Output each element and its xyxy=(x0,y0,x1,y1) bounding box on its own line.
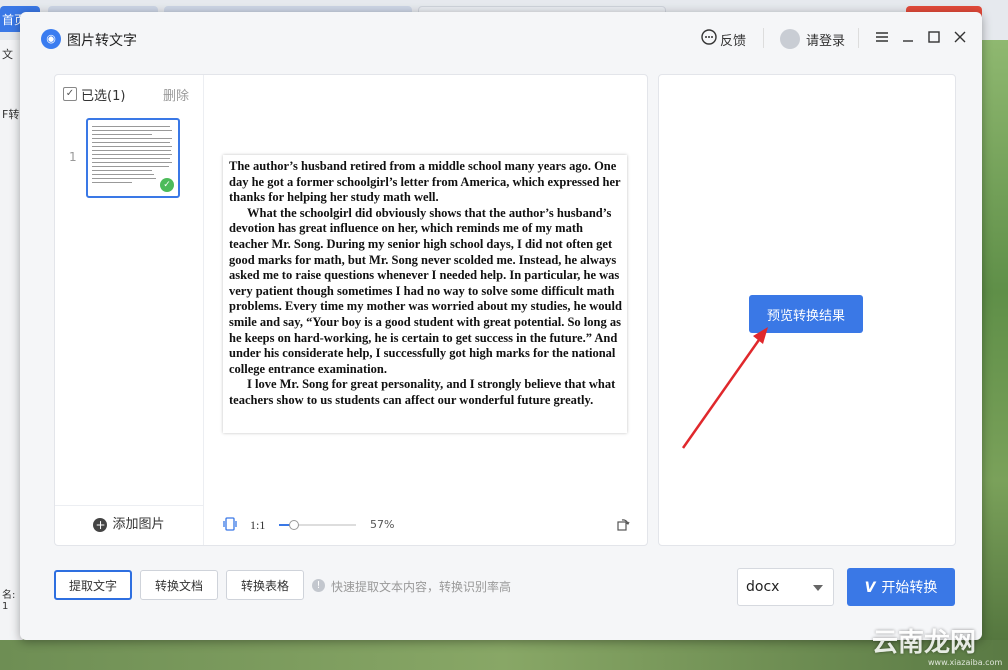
app-logo-icon: ◉ xyxy=(41,29,61,49)
selected-check-icon: ✓ xyxy=(160,178,174,192)
feedback-icon[interactable] xyxy=(700,28,718,46)
mode-hint: 快速提取文本内容，转换识别率高 xyxy=(331,580,512,594)
document-paragraph: What the schoolgirl did obviously shows … xyxy=(229,205,622,376)
result-panel: 预览转换结果 xyxy=(658,74,956,546)
start-convert-icon: V xyxy=(864,580,876,596)
title-separator xyxy=(858,28,859,48)
add-icon: + xyxy=(93,518,108,532)
format-value: docx xyxy=(746,579,780,595)
desktop-wallpaper xyxy=(978,40,1008,670)
preview-result-button[interactable]: 预览转换结果 xyxy=(749,295,863,333)
watermark-url: www.xiazaiba.com xyxy=(928,658,1003,667)
app-window: ◉ 图片转文字 反馈 请登录 ✓ 已选(1) 删除 1 ✓ + 添加图片 The… xyxy=(20,12,982,640)
add-image-label: 添加图片 xyxy=(112,517,165,532)
convert-document-button[interactable]: 转换文档 xyxy=(140,570,218,600)
zoom-slider[interactable] xyxy=(279,520,356,530)
format-select[interactable]: docx xyxy=(737,568,834,606)
maximize-icon[interactable] xyxy=(925,28,943,46)
watermark-logo: 云南龙网 xyxy=(872,628,977,658)
app-title: 图片转文字 xyxy=(67,33,137,49)
info-icon: ! xyxy=(312,579,325,592)
feedback-button[interactable]: 反馈 xyxy=(720,30,746,49)
source-panel: ✓ 已选(1) 删除 1 ✓ + 添加图片 The author’s husba… xyxy=(54,74,648,546)
zoom-slider-handle[interactable] xyxy=(289,520,300,530)
chevron-down-icon xyxy=(813,585,823,591)
background-left-text: 文 xyxy=(2,48,13,61)
start-convert-button[interactable]: V 开始转换 xyxy=(847,568,955,606)
background-bottom-text: 名: 1 xyxy=(2,590,16,612)
document-preview: The author’s husband retired from a midd… xyxy=(223,155,627,433)
select-all-checkbox[interactable]: ✓ xyxy=(63,87,77,101)
actual-size-button[interactable]: 1:1 xyxy=(250,518,265,533)
convert-table-button[interactable]: 转换表格 xyxy=(226,570,304,600)
close-icon[interactable] xyxy=(951,28,969,46)
document-paragraph: I love Mr. Song for great personality, a… xyxy=(229,377,616,407)
zoom-level: 57% xyxy=(370,518,395,531)
delete-button[interactable]: 删除 xyxy=(163,85,189,104)
menu-icon[interactable] xyxy=(873,28,891,46)
avatar[interactable] xyxy=(780,29,800,49)
login-button[interactable]: 请登录 xyxy=(806,30,845,49)
start-convert-label: 开始转换 xyxy=(881,580,938,596)
title-bar[interactable]: ◉ 图片转文字 反馈 请登录 xyxy=(20,12,982,64)
thumbnail-item[interactable]: ✓ xyxy=(86,118,180,198)
thumbnail-number: 1 xyxy=(69,150,77,164)
fit-width-icon[interactable] xyxy=(223,517,237,531)
title-separator xyxy=(763,28,764,48)
viewer-toolbar: 1:1 57% xyxy=(223,515,633,535)
minimize-icon[interactable] xyxy=(899,28,917,46)
desktop-wallpaper-bottom xyxy=(0,640,1008,670)
selected-count: 已选(1) xyxy=(81,89,126,104)
background-left-text: F转 xyxy=(2,108,20,121)
extract-text-button[interactable]: 提取文字 xyxy=(54,570,132,600)
thumbnail-list: ✓ 已选(1) 删除 1 ✓ + 添加图片 xyxy=(55,75,204,545)
add-image-button[interactable]: + 添加图片 xyxy=(55,505,203,546)
document-paragraph: The author’s husband retired from a midd… xyxy=(229,159,621,205)
rotate-icon[interactable] xyxy=(616,517,630,531)
